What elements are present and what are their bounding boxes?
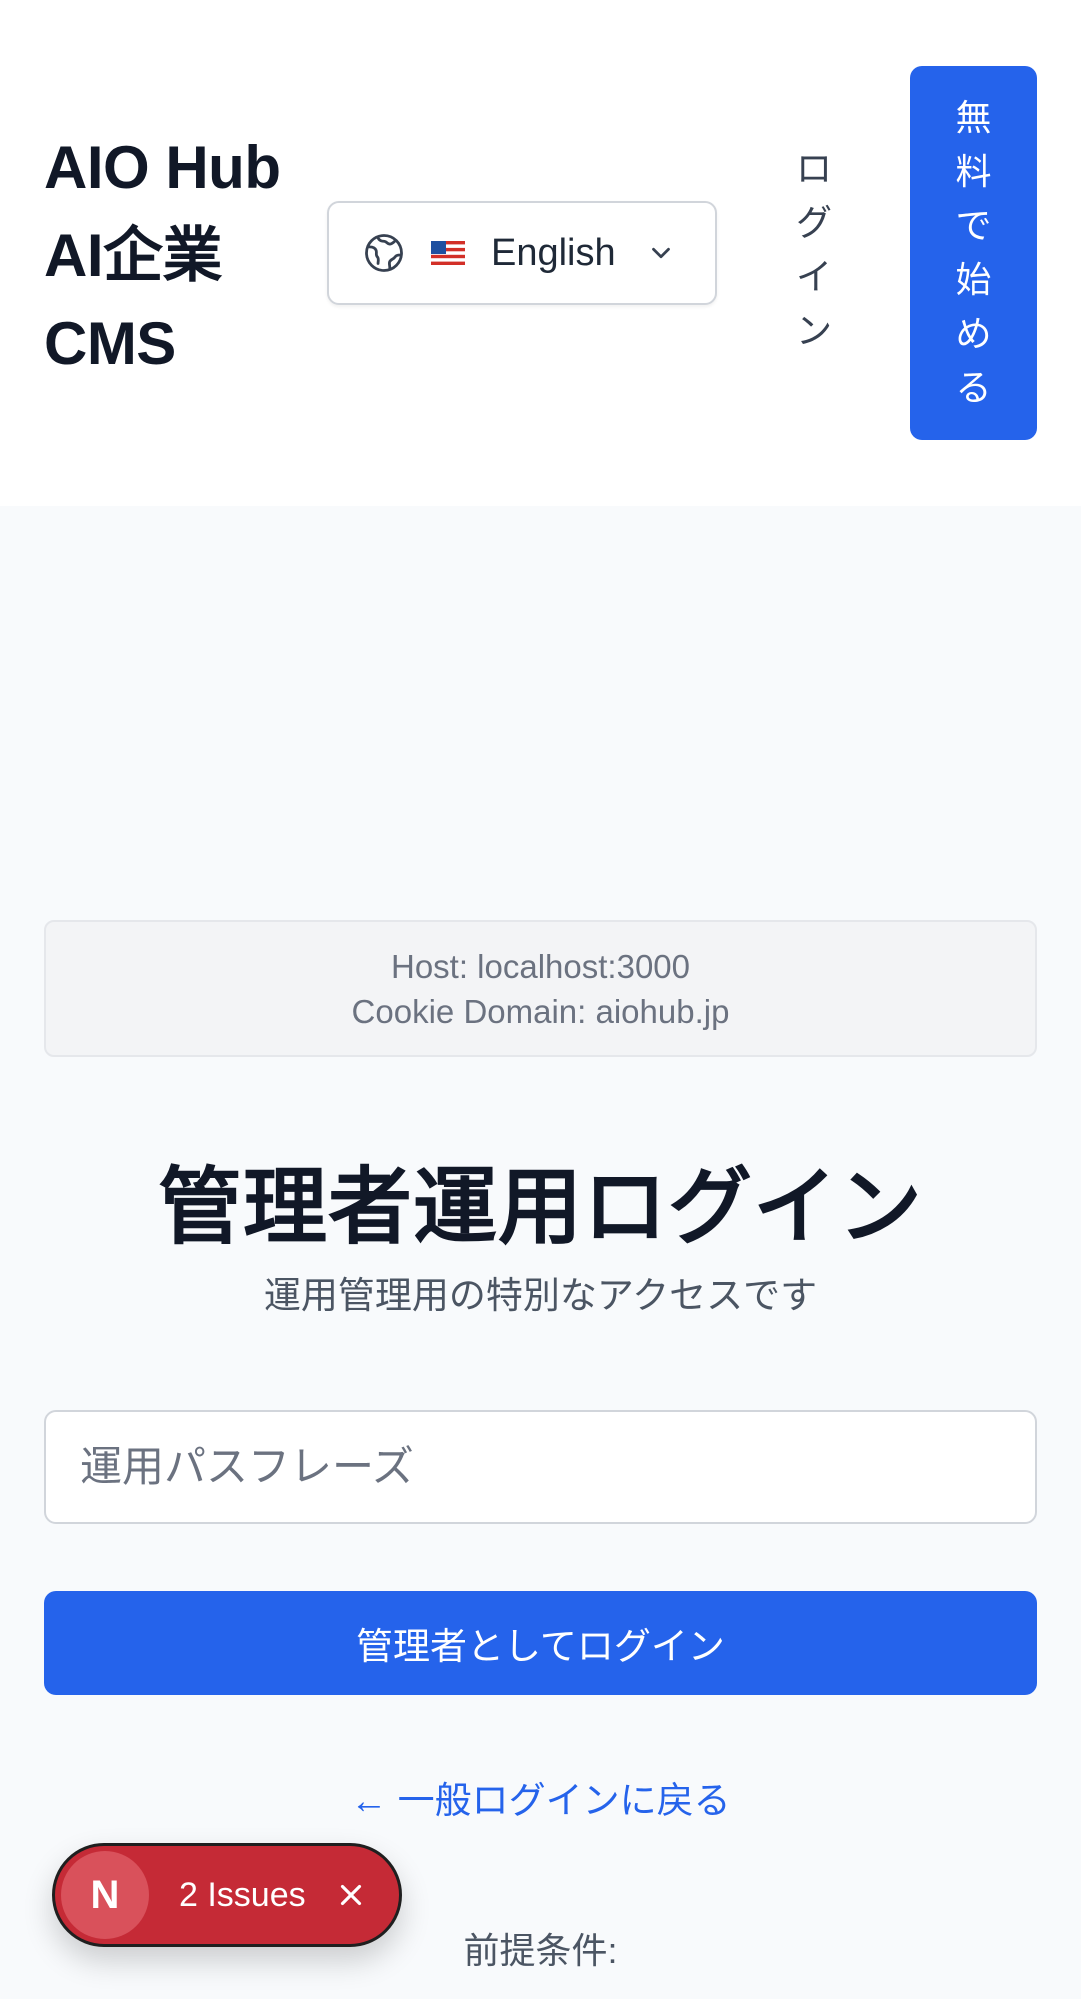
issues-count-label: 2 Issues xyxy=(179,1875,306,1914)
admin-login-button[interactable]: 管理者としてログイン xyxy=(44,1591,1037,1695)
site-header: AIO Hub AI企業 CMS English ログイン 無料で始める xyxy=(0,0,1081,506)
debug-info-box: Host: localhost:3000 Cookie Domain: aioh… xyxy=(44,920,1037,1057)
dev-issues-indicator[interactable]: N 2 Issues xyxy=(52,1843,402,1947)
globe-icon xyxy=(363,232,405,274)
page-subtitle: 運用管理用の特別なアクセスです xyxy=(263,1275,818,1316)
brand-line-2: AI企業 xyxy=(44,222,223,289)
passphrase-input[interactable] xyxy=(44,1410,1037,1524)
back-to-login-link[interactable]: ← 一般ログインに戻る xyxy=(0,1770,1081,1824)
brand-line-1: AIO Hub xyxy=(44,134,281,201)
us-flag-icon xyxy=(431,241,465,265)
chevron-down-icon xyxy=(646,238,676,268)
language-selector[interactable]: English xyxy=(327,201,717,305)
close-icon[interactable] xyxy=(334,1878,368,1912)
language-selected-label: English xyxy=(491,231,616,274)
start-free-button[interactable]: 無料で始める xyxy=(910,66,1037,440)
brand-logo-text[interactable]: AIO Hub AI企業 CMS xyxy=(44,124,314,388)
page-title: 管理者運用ログイン xyxy=(157,1160,923,1254)
debug-cookie-domain: Cookie Domain: aiohub.jp xyxy=(351,992,730,1030)
brand-line-3: CMS xyxy=(44,310,176,377)
nextjs-logo-icon: N xyxy=(61,1851,149,1939)
header-login-link[interactable]: ログイン xyxy=(792,142,836,358)
debug-host: Host: localhost:3000 xyxy=(390,947,690,985)
